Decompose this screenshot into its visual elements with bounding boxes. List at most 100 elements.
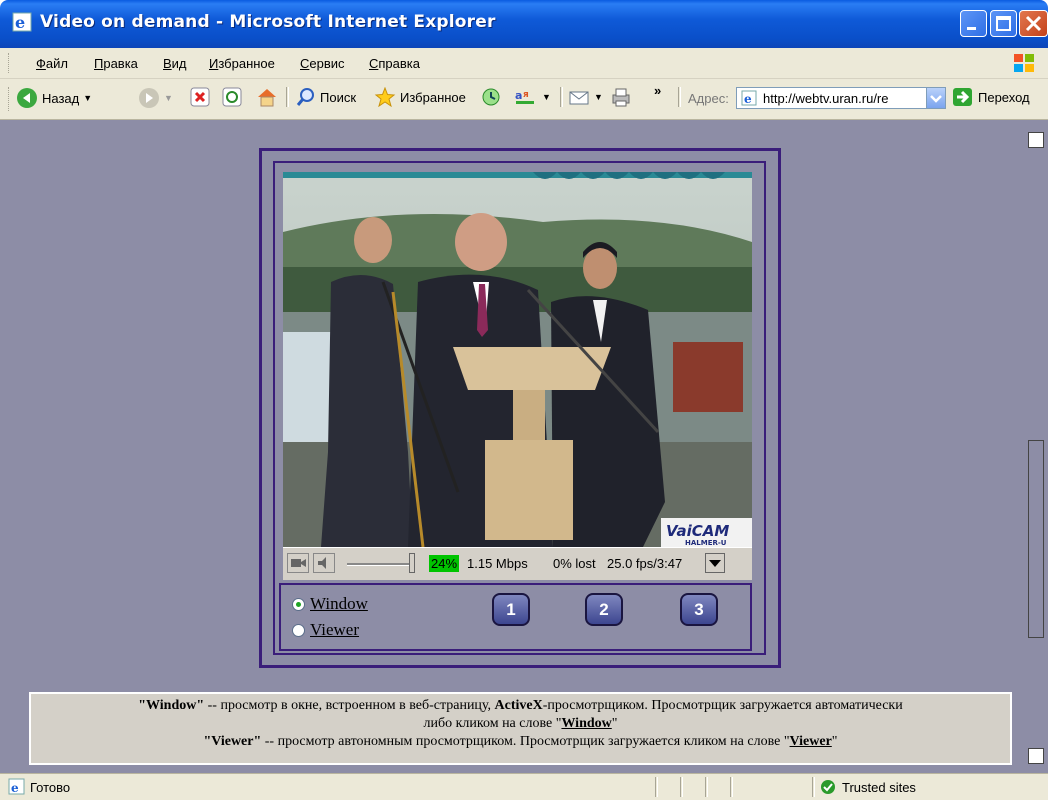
- status-bar: e Готово Trusted sites: [0, 773, 1048, 800]
- window-option[interactable]: Window: [292, 594, 368, 614]
- go-arrow-icon: [953, 88, 972, 106]
- svg-text:я: я: [523, 90, 529, 100]
- encoding-icon: aя: [515, 89, 534, 104]
- svg-text:e: e: [744, 92, 752, 106]
- viewer-radio[interactable]: [292, 623, 305, 637]
- video-button-1[interactable]: 1: [492, 593, 530, 626]
- menu-favorites[interactable]: Избранное: [209, 56, 275, 71]
- maximize-icon: [996, 16, 1011, 31]
- menu-bar: Файл Правка Вид Избранное Сервис Справка: [0, 48, 1048, 79]
- history-icon[interactable]: [480, 87, 502, 107]
- menu-edit[interactable]: Правка: [94, 56, 138, 71]
- menu-grip: [8, 53, 11, 73]
- video-button-2[interactable]: 2: [585, 593, 623, 626]
- volume-button[interactable]: [313, 553, 335, 573]
- refresh-icon[interactable]: [222, 87, 242, 107]
- player-menu-button[interactable]: [705, 553, 725, 573]
- star-icon: [374, 87, 396, 107]
- window-radio[interactable]: [292, 597, 305, 611]
- go-label: Переход: [978, 89, 1030, 105]
- info-text: -- просмотр в окне, встроенном в веб-стр…: [204, 698, 495, 713]
- menu-view[interactable]: Вид: [163, 56, 187, 71]
- favorites-button[interactable]: Избранное: [374, 87, 466, 107]
- search-label: Поиск: [320, 89, 357, 105]
- fps-time-text: 25.0 fps/3:47: [607, 556, 683, 571]
- svg-text:e: e: [11, 781, 19, 795]
- loss-text: 0% lost: [553, 556, 596, 571]
- info-line-2: либо кликом на слове "Window": [31, 715, 1010, 733]
- forward-arrow-icon: [139, 88, 159, 108]
- info-window-term: "Window": [138, 698, 205, 713]
- status-text: Готово: [30, 780, 71, 795]
- svg-text:e: e: [15, 13, 25, 32]
- encoding-dropdown-icon: ▼: [542, 92, 551, 102]
- volume-slider-track[interactable]: [347, 563, 415, 566]
- vertical-scrollbar[interactable]: [1026, 120, 1048, 773]
- menu-file[interactable]: Файл: [36, 56, 68, 71]
- video-frame-image: VaiCAM HALMER-U: [283, 172, 752, 547]
- video-display[interactable]: VaiCAM HALMER-U: [283, 172, 752, 547]
- info-window-link[interactable]: Window: [561, 716, 611, 731]
- chevron-down-icon: [930, 95, 942, 103]
- title-bar: e Video on demand - Microsoft Internet E…: [0, 0, 1048, 48]
- address-bar[interactable]: e http://webtv.uran.ru/re: [736, 87, 946, 109]
- info-line-1: "Window" -- просмотр в окне, встроенном …: [31, 697, 1010, 715]
- stop-icon[interactable]: [190, 87, 210, 107]
- scroll-up-button[interactable]: [1028, 132, 1044, 148]
- info-text: либо кликом на слове ": [423, 716, 562, 731]
- mail-icon: [569, 91, 589, 105]
- menu-help[interactable]: Справка: [369, 56, 420, 71]
- bitrate-text: 1.15 Mbps: [467, 556, 528, 571]
- info-text: -просмотрщиком. Просмотрщик загружается …: [542, 698, 903, 713]
- info-viewer-term: "Viewer": [203, 734, 262, 749]
- windows-logo-icon: [1010, 51, 1040, 75]
- window-title: Video on demand - Microsoft Internet Exp…: [40, 12, 496, 32]
- close-icon: [1025, 15, 1042, 32]
- minimize-icon: [967, 27, 976, 30]
- svg-text:a: a: [515, 89, 522, 102]
- player-control-bar: 24% 1.15 Mbps 0% lost 25.0 fps/3:47: [283, 547, 752, 580]
- minimize-button[interactable]: [960, 10, 987, 37]
- scroll-thumb[interactable]: [1028, 440, 1044, 638]
- go-button[interactable]: Переход: [952, 87, 1030, 107]
- info-box: "Window" -- просмотр в окне, встроенном …: [29, 692, 1012, 765]
- forward-dropdown-icon[interactable]: ▼: [164, 93, 173, 103]
- back-label: Назад: [42, 90, 80, 106]
- buffer-percent: 24%: [429, 555, 460, 572]
- search-button[interactable]: Поиск: [296, 87, 356, 107]
- trusted-check-icon: [821, 780, 835, 794]
- viewer-link[interactable]: Viewer: [310, 620, 359, 640]
- menu-tools[interactable]: Сервис: [300, 56, 345, 71]
- encoding-button[interactable]: aя ▼: [514, 87, 551, 107]
- ie-icon: e: [12, 12, 32, 32]
- address-label: Адрес:: [688, 91, 729, 106]
- close-button[interactable]: [1019, 10, 1048, 37]
- page-icon: e: [741, 90, 757, 106]
- home-icon[interactable]: [256, 87, 278, 107]
- security-zone: Trusted sites: [842, 780, 916, 795]
- volume-slider-thumb[interactable]: [409, 553, 415, 573]
- vaicam-logo-text: VaiCAM: [666, 522, 729, 540]
- back-arrow-icon: [17, 88, 37, 108]
- triangle-down-icon: [709, 560, 721, 567]
- info-viewer-link[interactable]: Viewer: [790, 734, 832, 749]
- scroll-down-button[interactable]: [1028, 748, 1044, 764]
- page-done-icon: e: [8, 778, 25, 795]
- maximize-button[interactable]: [990, 10, 1017, 37]
- back-dropdown-icon[interactable]: ▼: [83, 93, 92, 103]
- print-icon[interactable]: [610, 87, 632, 107]
- halmer-logo-text: HALMER-U: [685, 539, 727, 547]
- mail-button[interactable]: ▼: [568, 87, 603, 107]
- camera-icon: [291, 559, 306, 567]
- video-button-3[interactable]: 3: [680, 593, 718, 626]
- camera-button[interactable]: [287, 553, 309, 573]
- viewer-option[interactable]: Viewer: [292, 620, 359, 640]
- address-input[interactable]: http://webtv.uran.ru/re: [763, 91, 923, 106]
- info-text: ": [831, 734, 838, 749]
- back-button[interactable]: Назад ▼: [16, 87, 92, 109]
- search-icon: [296, 88, 314, 106]
- toolbar-more[interactable]: »: [654, 83, 661, 98]
- address-dropdown-button[interactable]: [926, 88, 945, 108]
- forward-button[interactable]: ▼: [138, 87, 173, 109]
- window-link[interactable]: Window: [310, 594, 368, 614]
